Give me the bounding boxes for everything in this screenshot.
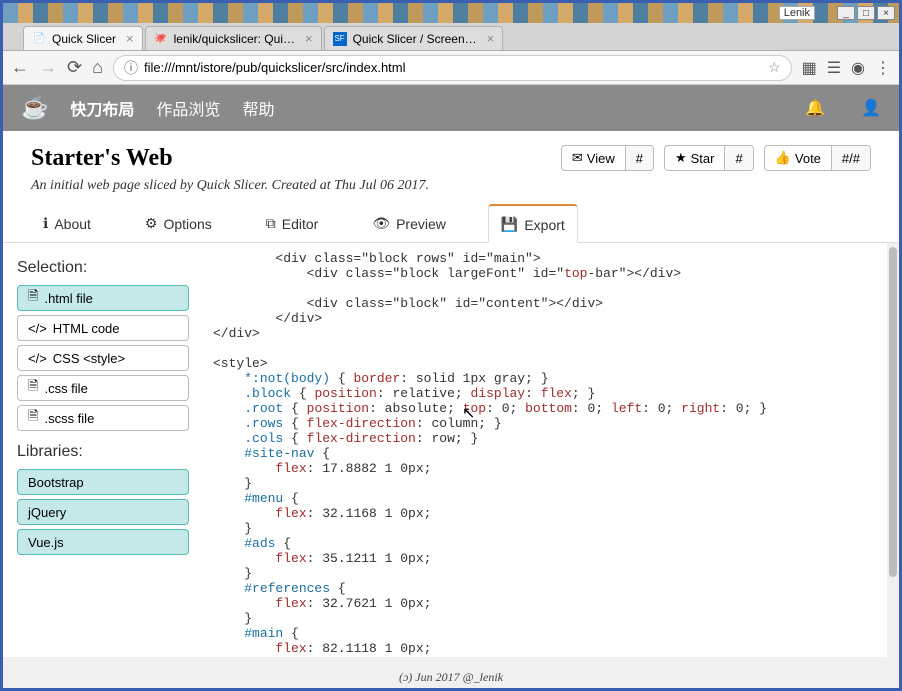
sidebar-item-jquery[interactable]: jQuery xyxy=(17,499,189,525)
close-window-button[interactable]: × xyxy=(877,6,895,20)
bell-icon[interactable]: 🔔 xyxy=(805,98,825,118)
github-icon: 🐙 xyxy=(154,32,168,46)
page-subtitle: An initial web page sliced by Quick Slic… xyxy=(31,178,429,194)
save-icon: 💾 xyxy=(501,216,518,233)
code-icon: </> xyxy=(28,321,47,336)
app-header: ☕ 快刀布局 作品浏览 帮助 🔔 👤 xyxy=(3,85,899,131)
address-bar: ← → ⟳ ⌂ ⓘ ☆ ▦ ☰ ◉ ⋮ xyxy=(3,51,899,85)
code-output[interactable]: <div class="block rows" id="main"> <div … xyxy=(203,243,899,657)
forward-button[interactable]: → xyxy=(39,57,57,78)
sidebar-item-html-file[interactable]: 🗎.html file xyxy=(17,285,189,311)
os-window-label: Lenik xyxy=(779,6,815,20)
minimize-button[interactable]: _ xyxy=(837,6,855,20)
tab-preview[interactable]: 👁Preview xyxy=(360,204,458,242)
star-button[interactable]: ★Star xyxy=(665,146,725,170)
view-button-group: ✉View # xyxy=(561,145,654,171)
sidebar-item-css-file[interactable]: 🗎.css file xyxy=(17,375,189,401)
sidebar-item-scss-file[interactable]: 🗎.scss file xyxy=(17,405,189,431)
tab-editor[interactable]: ⧉Editor xyxy=(254,204,331,242)
info-icon[interactable]: ⓘ xyxy=(124,58,138,78)
selection-heading: Selection: xyxy=(17,259,189,277)
back-button[interactable]: ← xyxy=(11,57,29,78)
qr-icon[interactable]: ▦ xyxy=(802,58,817,78)
sidebar-item-html-code[interactable]: </>HTML code xyxy=(17,315,189,341)
eye-icon: 👁 xyxy=(372,215,390,232)
browser-tab-0[interactable]: 📄 Quick Slicer × xyxy=(23,26,143,50)
nav-item-help[interactable]: 帮助 xyxy=(242,96,274,120)
project-header: Starter's Web An initial web page sliced… xyxy=(3,131,899,204)
vote-button[interactable]: 👍Vote xyxy=(765,146,831,170)
footer: (ɔ) Jun 2017 @_lenik xyxy=(3,667,899,688)
reload-button[interactable]: ⟳ xyxy=(67,57,82,78)
envelope-icon: ✉ xyxy=(572,150,583,166)
scrollbar-vertical[interactable] xyxy=(887,243,899,657)
file-icon: 🗎 xyxy=(28,287,38,309)
view-button[interactable]: ✉View xyxy=(562,146,625,170)
user-icon[interactable]: 👤 xyxy=(861,98,881,118)
sidebar: Selection: 🗎.html file </>HTML code </>C… xyxy=(3,243,203,657)
libraries-heading: Libraries: xyxy=(17,443,189,461)
gear-icon: ⚙ xyxy=(145,215,158,232)
tabs-bar: ℹAbout ⚙Options ⧉Editor 👁Preview 💾Export xyxy=(3,204,899,243)
scroll-thumb[interactable] xyxy=(889,247,897,577)
code-icon: </> xyxy=(28,351,47,366)
tab-options[interactable]: ⚙Options xyxy=(133,204,224,242)
info-icon: ℹ xyxy=(43,215,48,232)
nav-item-layout[interactable]: 快刀布局 xyxy=(70,96,134,120)
os-titlebar: Lenik _ □ × xyxy=(3,3,899,23)
close-tab-icon[interactable]: × xyxy=(487,31,495,46)
sf-icon: SF xyxy=(333,32,347,46)
logo-icon: ☕ xyxy=(21,95,48,121)
crop-icon: ⧉ xyxy=(266,215,276,232)
vote-button-group: 👍Vote #/# xyxy=(764,145,871,171)
sidebar-item-vuejs[interactable]: Vue.js xyxy=(17,529,189,555)
browser-tab-1[interactable]: 🐙 lenik/quickslicer: Qui… × xyxy=(145,26,322,50)
star-button-group: ★Star # xyxy=(664,145,754,171)
favicon-icon: 📄 xyxy=(32,32,46,46)
profile-icon[interactable]: ◉ xyxy=(851,58,865,78)
bookmark-star-icon[interactable]: ☆ xyxy=(768,59,781,76)
nav-item-browse[interactable]: 作品浏览 xyxy=(156,96,220,120)
extensions-icon[interactable]: ☰ xyxy=(827,58,841,78)
url-input[interactable] xyxy=(144,60,768,75)
page-title: Starter's Web xyxy=(31,145,429,172)
url-box[interactable]: ⓘ ☆ xyxy=(113,55,792,81)
tab-title: Quick Slicer xyxy=(52,32,116,46)
sidebar-item-bootstrap[interactable]: Bootstrap xyxy=(17,469,189,495)
close-tab-icon[interactable]: × xyxy=(305,31,313,46)
menu-icon[interactable]: ⋮ xyxy=(875,58,891,78)
tab-about[interactable]: ℹAbout xyxy=(31,204,103,242)
mouse-cursor: ↖ xyxy=(462,403,475,423)
close-tab-icon[interactable]: × xyxy=(126,31,134,46)
home-button[interactable]: ⌂ xyxy=(92,57,103,78)
workspace: Selection: 🗎.html file </>HTML code </>C… xyxy=(3,243,899,657)
file-icon: 🗎 xyxy=(28,377,38,399)
tab-title: Quick Slicer / Screen… xyxy=(353,32,477,46)
maximize-button[interactable]: □ xyxy=(857,6,875,20)
star-count: # xyxy=(724,146,752,170)
tab-export[interactable]: 💾Export xyxy=(488,204,578,243)
tab-title: lenik/quickslicer: Qui… xyxy=(174,32,295,46)
file-icon: 🗎 xyxy=(28,407,38,429)
browser-tab-2[interactable]: SF Quick Slicer / Screen… × xyxy=(324,26,504,50)
view-count: # xyxy=(625,146,653,170)
sidebar-item-css-style[interactable]: </>CSS <style> xyxy=(17,345,189,371)
thumbs-up-icon: 👍 xyxy=(775,150,791,166)
browser-tabs: 📄 Quick Slicer × 🐙 lenik/quickslicer: Qu… xyxy=(3,23,899,51)
star-icon: ★ xyxy=(675,150,687,166)
vote-count: #/# xyxy=(831,146,870,170)
